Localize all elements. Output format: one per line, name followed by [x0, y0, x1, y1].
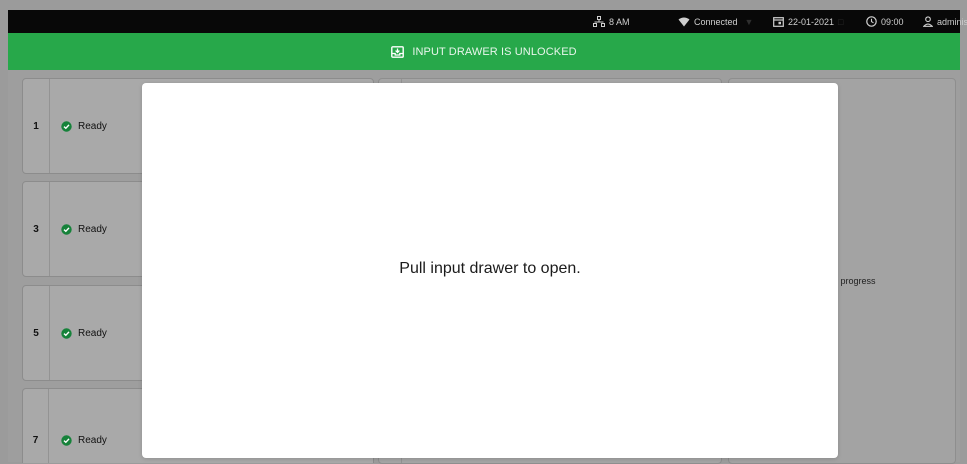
time-badge: 8 AM — [609, 16, 630, 27]
network-icon — [593, 16, 605, 27]
slot-status-label: Ready — [78, 223, 107, 235]
dialog-message: Pull input drawer to open. — [399, 260, 581, 277]
check-circle-icon — [61, 120, 72, 132]
user-label[interactable]: administrator — [937, 17, 967, 27]
slot-status: Ready — [61, 286, 107, 380]
wifi-icon — [678, 17, 690, 26]
wifi-faint-icon: ▼ — [744, 16, 754, 27]
clock-icon — [866, 16, 877, 27]
check-circle-icon — [61, 435, 72, 446]
check-circle-icon — [61, 223, 72, 235]
user-status[interactable]: administrator — [923, 10, 967, 33]
connection-status: Connected ▼ — [678, 10, 753, 33]
banner-text: INPUT DRAWER IS UNLOCKED — [412, 45, 577, 58]
slot-status-label: Ready — [78, 120, 107, 132]
slot-number: 5 — [23, 286, 50, 380]
drawer-icon — [391, 45, 405, 58]
check-circle-icon — [61, 327, 72, 339]
slot-status: Ready — [61, 79, 107, 173]
user-icon — [923, 16, 933, 27]
slot-number: 1 — [23, 79, 50, 173]
slot-status: Ready — [61, 182, 107, 276]
network-status: 8 AM — [593, 10, 630, 33]
drawer-unlocked-banner: INPUT DRAWER IS UNLOCKED — [8, 33, 960, 70]
slot-status: Ready — [61, 389, 107, 463]
date-status: 22-01-2021 □ — [773, 10, 843, 33]
progress-status-text: n progress — [833, 276, 876, 286]
calendar-icon — [773, 17, 784, 27]
slot-status-label: Ready — [78, 327, 107, 339]
time-status: 09:00 — [866, 10, 904, 33]
slot-number: 7 — [23, 389, 49, 463]
pull-drawer-dialog[interactable]: Pull input drawer to open. — [142, 83, 838, 458]
date-label: 22-01-2021 — [788, 16, 835, 27]
slot-number: 3 — [23, 182, 50, 276]
slot-status-label: Ready — [78, 435, 107, 446]
connection-label: Connected — [694, 16, 738, 27]
status-bar: 8 AM Connected ▼ 22-01-2021 □ 09:00 admi… — [8, 10, 967, 33]
time-label: 09:00 — [881, 16, 904, 27]
calendar-faint-icon: □ — [838, 16, 844, 27]
